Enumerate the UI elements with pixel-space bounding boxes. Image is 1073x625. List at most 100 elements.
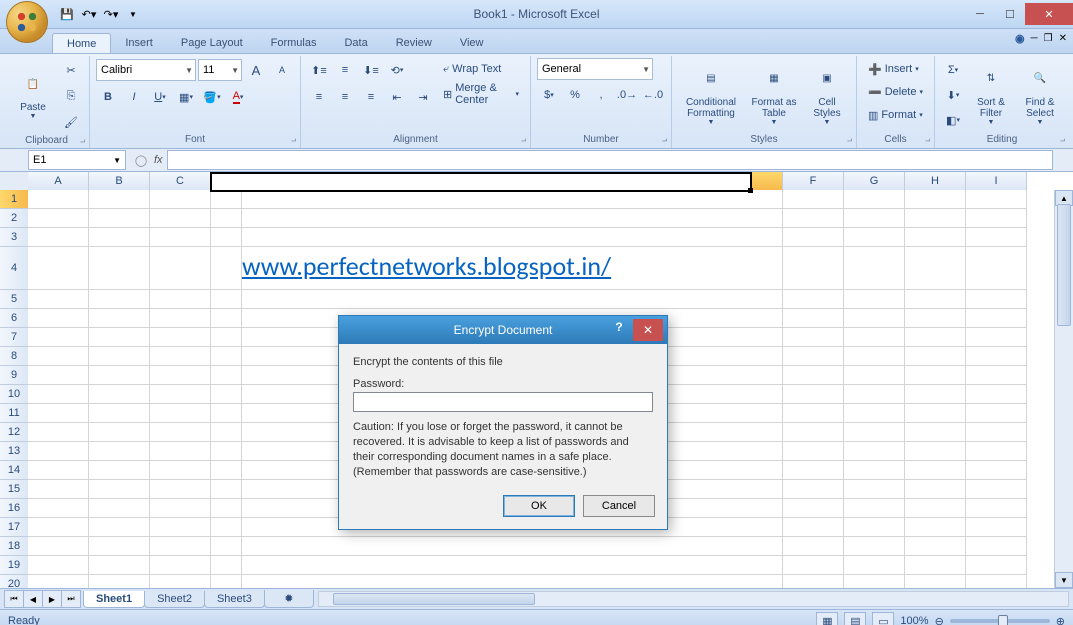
cell[interactable] (89, 575, 150, 588)
cell[interactable] (844, 518, 905, 537)
cell[interactable] (905, 247, 966, 290)
cell[interactable] (150, 190, 211, 209)
cell[interactable] (966, 442, 1027, 461)
cell[interactable] (905, 309, 966, 328)
cell[interactable] (150, 309, 211, 328)
cell[interactable] (28, 480, 89, 499)
cell[interactable] (783, 309, 844, 328)
row-header-14[interactable]: 14 (0, 461, 29, 480)
cell[interactable] (783, 366, 844, 385)
row-header-1[interactable]: 1 (0, 190, 29, 209)
cell[interactable] (211, 499, 242, 518)
cell[interactable] (211, 423, 242, 442)
col-header-H[interactable]: H (905, 172, 966, 191)
scroll-thumb[interactable] (1057, 204, 1071, 326)
minimize-ribbon-icon[interactable]: ─ (1031, 33, 1038, 44)
row-header-17[interactable]: 17 (0, 518, 29, 537)
cell[interactable] (211, 385, 242, 404)
fill-color-icon[interactable]: 🪣▾ (200, 85, 224, 109)
col-header-E[interactable]: E (242, 172, 783, 191)
cell[interactable] (150, 575, 211, 588)
row-header-13[interactable]: 13 (0, 442, 29, 461)
cell[interactable] (844, 556, 905, 575)
dialog-titlebar[interactable]: Encrypt Document ? ✕ (339, 316, 667, 344)
cell[interactable] (905, 347, 966, 366)
cell[interactable] (150, 537, 211, 556)
zoom-slider[interactable] (950, 619, 1050, 623)
cell[interactable] (150, 347, 211, 366)
maximize-button[interactable]: ☐ (995, 3, 1025, 25)
help-icon[interactable]: ◉ (1015, 32, 1025, 45)
qat-customize-icon[interactable]: ▼ (124, 5, 142, 23)
cell[interactable] (783, 404, 844, 423)
increase-indent-icon[interactable]: ⇥ (411, 85, 435, 109)
cell[interactable] (844, 190, 905, 209)
font-size-combo[interactable]: 11▼ (198, 59, 242, 81)
row-header-4[interactable]: 4 (0, 247, 29, 290)
select-all-corner[interactable] (0, 172, 29, 191)
cell[interactable] (966, 423, 1027, 442)
cell[interactable] (905, 366, 966, 385)
border-icon[interactable]: ▦▾ (174, 85, 198, 109)
cell[interactable] (905, 518, 966, 537)
redo-icon[interactable]: ↷▾ (102, 5, 120, 23)
row-header-15[interactable]: 15 (0, 480, 29, 499)
page-layout-view-icon[interactable]: ▤ (844, 612, 866, 625)
cell[interactable] (844, 247, 905, 290)
align-left-icon[interactable]: ≡ (307, 85, 331, 109)
cell[interactable] (844, 461, 905, 480)
name-box[interactable]: E1▼ (28, 150, 126, 170)
row-header-5[interactable]: 5 (0, 290, 29, 309)
cell[interactable] (211, 228, 242, 247)
bold-button[interactable]: B (96, 85, 120, 109)
cell[interactable] (28, 423, 89, 442)
col-header-C[interactable]: C (150, 172, 211, 191)
cell[interactable] (905, 556, 966, 575)
fx-icon[interactable]: fx (154, 154, 163, 166)
format-painter-icon[interactable]: 🖌 (59, 110, 83, 134)
cell[interactable] (783, 209, 844, 228)
wrap-text-button[interactable]: ⤶Wrap Text (438, 58, 524, 80)
hscroll-thumb[interactable] (333, 593, 535, 605)
cell[interactable] (28, 366, 89, 385)
col-header-I[interactable]: I (966, 172, 1027, 191)
minimize-button[interactable]: ─ (965, 3, 995, 25)
cell-styles-button[interactable]: ▣Cell Styles▼ (804, 58, 850, 130)
col-header-B[interactable]: B (89, 172, 150, 191)
cell[interactable] (242, 575, 783, 588)
restore-window-icon[interactable]: ❐ (1044, 33, 1053, 44)
cell[interactable] (783, 537, 844, 556)
cell[interactable] (150, 328, 211, 347)
cell[interactable] (783, 423, 844, 442)
cell[interactable] (211, 209, 242, 228)
cell[interactable] (150, 366, 211, 385)
cell[interactable] (966, 309, 1027, 328)
cell[interactable] (966, 480, 1027, 499)
align-right-icon[interactable]: ≡ (359, 85, 383, 109)
cell[interactable] (966, 190, 1027, 209)
cell[interactable] (28, 247, 89, 290)
font-color-icon[interactable]: A▾ (226, 85, 250, 109)
cell[interactable] (905, 190, 966, 209)
cell[interactable] (783, 247, 844, 290)
find-select-button[interactable]: 🔍Find & Select▼ (1017, 58, 1063, 130)
align-top-icon[interactable]: ⬆≡ (307, 58, 331, 82)
sheet-tab-sheet1[interactable]: Sheet1 (83, 591, 145, 608)
tab-review[interactable]: Review (382, 33, 446, 53)
cell[interactable] (89, 518, 150, 537)
office-button[interactable] (6, 1, 48, 43)
cell[interactable] (844, 366, 905, 385)
row-header-6[interactable]: 6 (0, 309, 29, 328)
tab-view[interactable]: View (446, 33, 498, 53)
cell[interactable] (28, 442, 89, 461)
formula-bar[interactable] (167, 150, 1053, 170)
tab-insert[interactable]: Insert (111, 33, 167, 53)
cell[interactable] (905, 537, 966, 556)
cell[interactable] (905, 328, 966, 347)
cell[interactable] (89, 537, 150, 556)
delete-cells-button[interactable]: ➖Delete▾ (863, 81, 928, 103)
row-header-9[interactable]: 9 (0, 366, 29, 385)
cell[interactable] (28, 404, 89, 423)
cell[interactable] (242, 556, 783, 575)
cell[interactable] (905, 480, 966, 499)
